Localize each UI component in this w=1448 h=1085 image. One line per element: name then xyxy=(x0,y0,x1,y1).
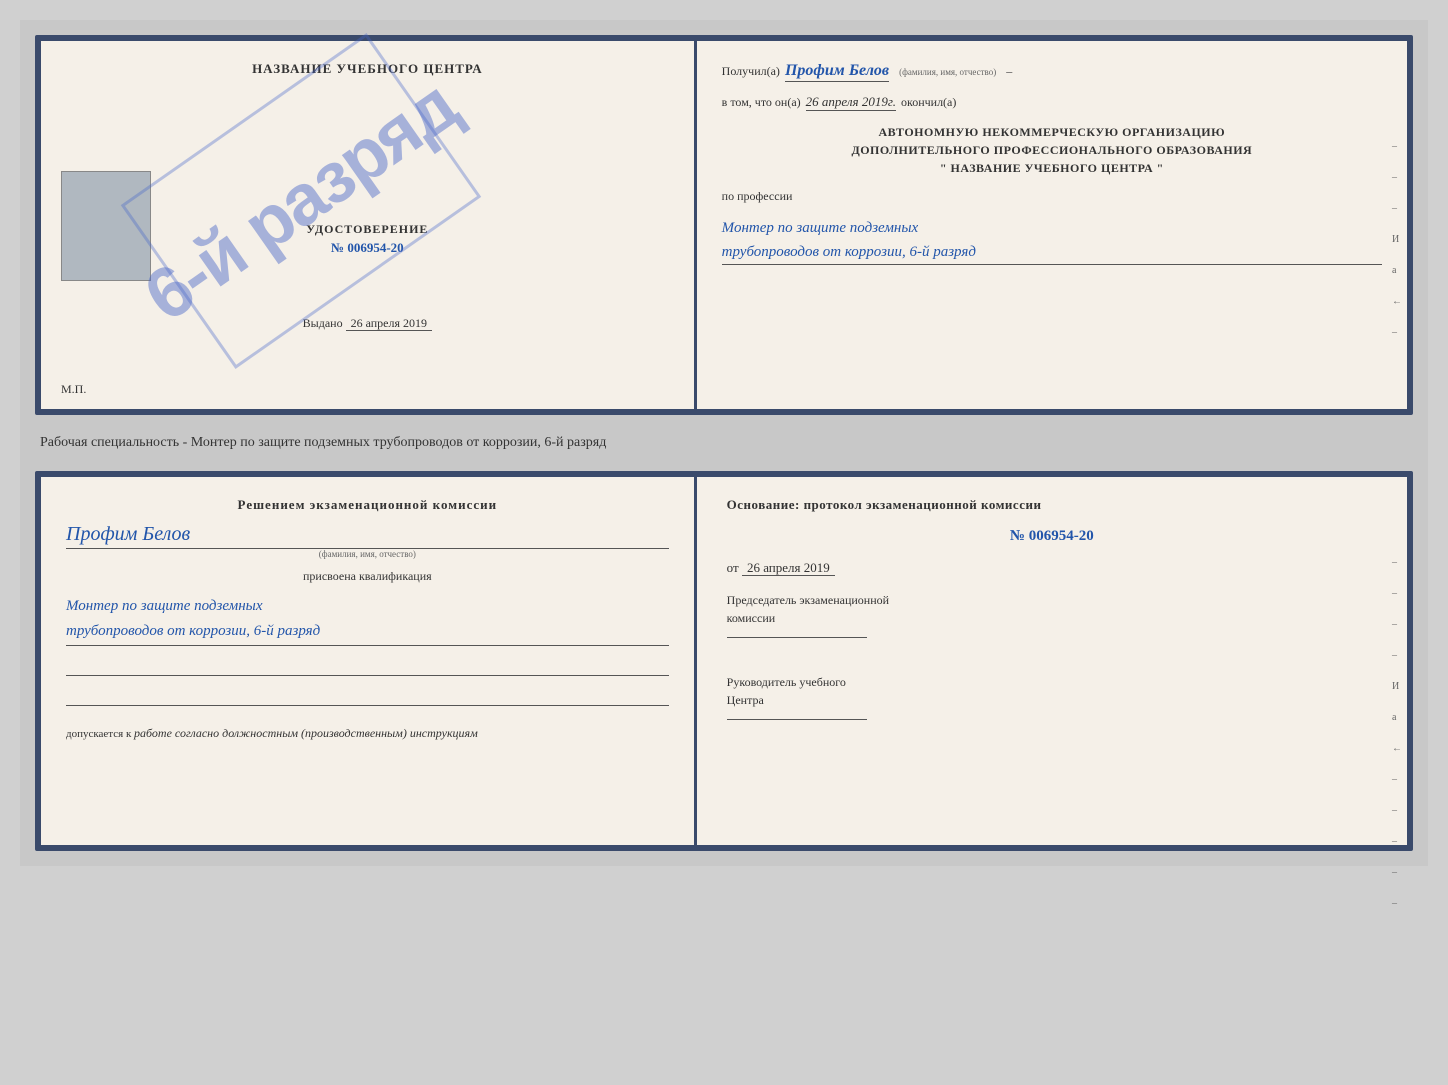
between-text: Рабочая специальность - Монтер по защите… xyxy=(35,425,1413,461)
top-doc-left: НАЗВАНИЕ УЧЕБНОГО ЦЕНТРА 6-й разряд УДОС… xyxy=(41,41,697,409)
r-mark3: – xyxy=(1392,619,1402,630)
date-line: в том, что он(а) 26 апреля 2019г. окончи… xyxy=(722,94,1382,111)
bottom-doc-left: Решением экзаменационной комиссии Профим… xyxy=(41,477,697,845)
issued-label: Выдано xyxy=(303,316,343,330)
certificate-number: № 006954-20 xyxy=(306,240,428,256)
mp-label: М.П. xyxy=(61,382,86,397)
qualification-line2: трубопроводов от коррозии, 6-й разряд xyxy=(66,619,669,645)
org-line2: ДОПОЛНИТЕЛЬНОГО ПРОФЕССИОНАЛЬНОГО ОБРАЗО… xyxy=(722,141,1382,159)
r-mark1: – xyxy=(1392,557,1402,568)
chairman-section: Председатель экзаменационной комиссии xyxy=(727,591,1377,638)
basis-text: Основание: протокол экзаменационной коми… xyxy=(727,497,1377,513)
date-prefix: в том, что он(а) xyxy=(722,95,801,110)
recipient-line: Получил(а) Профим Белов (фамилия, имя, о… xyxy=(722,61,1382,82)
chairman-line1: Председатель экзаменационной xyxy=(727,591,1377,609)
protocol-number: № 006954-20 xyxy=(727,528,1377,545)
r-mark5: И xyxy=(1392,681,1402,692)
mark7: – xyxy=(1392,327,1402,338)
допускается-content: работе согласно должностным (производств… xyxy=(134,726,478,740)
director-section: Руководитель учебного Центра xyxy=(727,673,1377,720)
top-left-title: НАЗВАНИЕ УЧЕБНОГО ЦЕНТРА xyxy=(252,61,483,77)
recipient-hint: (фамилия, имя, отчество) xyxy=(899,67,996,77)
mark6: ← xyxy=(1392,296,1402,307)
dash-separator: – xyxy=(1006,64,1012,79)
chairman-label: Председатель экзаменационной комиссии xyxy=(727,591,1377,627)
mark1: – xyxy=(1392,141,1402,152)
director-label: Руководитель учебного Центра xyxy=(727,673,1377,709)
допускается-prefix: допускается к xyxy=(66,728,131,740)
director-line1: Руководитель учебного xyxy=(727,673,1377,691)
profession-line2: трубопроводов от коррозии, 6-й разряд xyxy=(722,240,1382,264)
director-line2: Центра xyxy=(727,691,1377,709)
bottom-doc-right: Основание: протокол экзаменационной коми… xyxy=(697,477,1407,845)
org-line3: " НАЗВАНИЕ УЧЕБНОГО ЦЕНТРА " xyxy=(722,159,1382,177)
mark5: а xyxy=(1392,265,1402,276)
bottom-person-name: Профим Белов xyxy=(66,523,669,549)
protocol-date-value: 26 апреля 2019 xyxy=(742,560,835,576)
mark2: – xyxy=(1392,172,1402,183)
issued-date: 26 апреля 2019 xyxy=(346,316,432,331)
r-mark2: – xyxy=(1392,588,1402,599)
r-mark12: – xyxy=(1392,898,1402,909)
r-mark4: – xyxy=(1392,650,1402,661)
bottom-document: Решением экзаменационной комиссии Профим… xyxy=(35,471,1413,851)
qualification-handwritten: Монтер по защите подземных трубопроводов… xyxy=(66,594,669,646)
bottom-person-container: Профим Белов (фамилия, имя, отчество) xyxy=(66,523,669,559)
certificate-title: УДОСТОВЕРЕНИЕ xyxy=(306,222,428,237)
r-mark6: а xyxy=(1392,712,1402,723)
decision-text: Решением экзаменационной комиссии xyxy=(66,497,669,513)
profession-label: по профессии xyxy=(722,189,1382,204)
top-document: НАЗВАНИЕ УЧЕБНОГО ЦЕНТРА 6-й разряд УДОС… xyxy=(35,35,1413,415)
mark3: – xyxy=(1392,203,1402,214)
bottom-person-hint: (фамилия, имя, отчество) xyxy=(66,549,669,559)
top-doc-right: Получил(а) Профим Белов (фамилия, имя, о… xyxy=(697,41,1407,409)
between-content: Рабочая специальность - Монтер по защите… xyxy=(40,435,606,450)
r-mark8: – xyxy=(1392,774,1402,785)
date-suffix: окончил(а) xyxy=(901,95,956,110)
protocol-date: от 26 апреля 2019 xyxy=(727,560,1377,576)
допускается-text: допускается к работе согласно должностны… xyxy=(66,726,669,741)
chairman-signature-line xyxy=(727,637,867,638)
issued-line: Выдано 26 апреля 2019 xyxy=(303,316,432,331)
date-value: 26 апреля 2019г. xyxy=(806,94,896,111)
blank-line-2 xyxy=(66,686,669,706)
r-mark10: – xyxy=(1392,836,1402,847)
side-marks: – – – И а ← – xyxy=(1392,141,1402,338)
mark4: И xyxy=(1392,234,1402,245)
org-text: АВТОНОМНУЮ НЕКОММЕРЧЕСКУЮ ОРГАНИЗАЦИЮ ДО… xyxy=(722,123,1382,177)
right-side-marks: – – – – И а ← – – – – – xyxy=(1392,557,1402,909)
qualification-line1: Монтер по защите подземных xyxy=(66,594,669,620)
stamp-container: 6-й разряд xyxy=(141,91,461,311)
blank-line-1 xyxy=(66,656,669,676)
page-wrapper: НАЗВАНИЕ УЧЕБНОГО ЦЕНТРА 6-й разряд УДОС… xyxy=(20,20,1428,866)
protocol-date-prefix: от xyxy=(727,560,739,575)
profession-line1: Монтер по защите подземных xyxy=(722,216,1382,240)
chairman-line2: комиссии xyxy=(727,609,1377,627)
director-signature-line xyxy=(727,719,867,720)
recipient-prefix: Получил(а) xyxy=(722,64,780,79)
r-mark9: – xyxy=(1392,805,1402,816)
qualification-label: присвоена квалификация xyxy=(66,569,669,584)
photo-placeholder xyxy=(61,171,151,281)
recipient-name: Профим Белов xyxy=(785,61,889,82)
stamp-diagonal-text: 6-й разряд xyxy=(133,68,469,333)
r-mark7: ← xyxy=(1392,743,1402,754)
profession-handwritten: Монтер по защите подземных трубопроводов… xyxy=(722,216,1382,265)
r-mark11: – xyxy=(1392,867,1402,878)
org-line1: АВТОНОМНУЮ НЕКОММЕРЧЕСКУЮ ОРГАНИЗАЦИЮ xyxy=(722,123,1382,141)
